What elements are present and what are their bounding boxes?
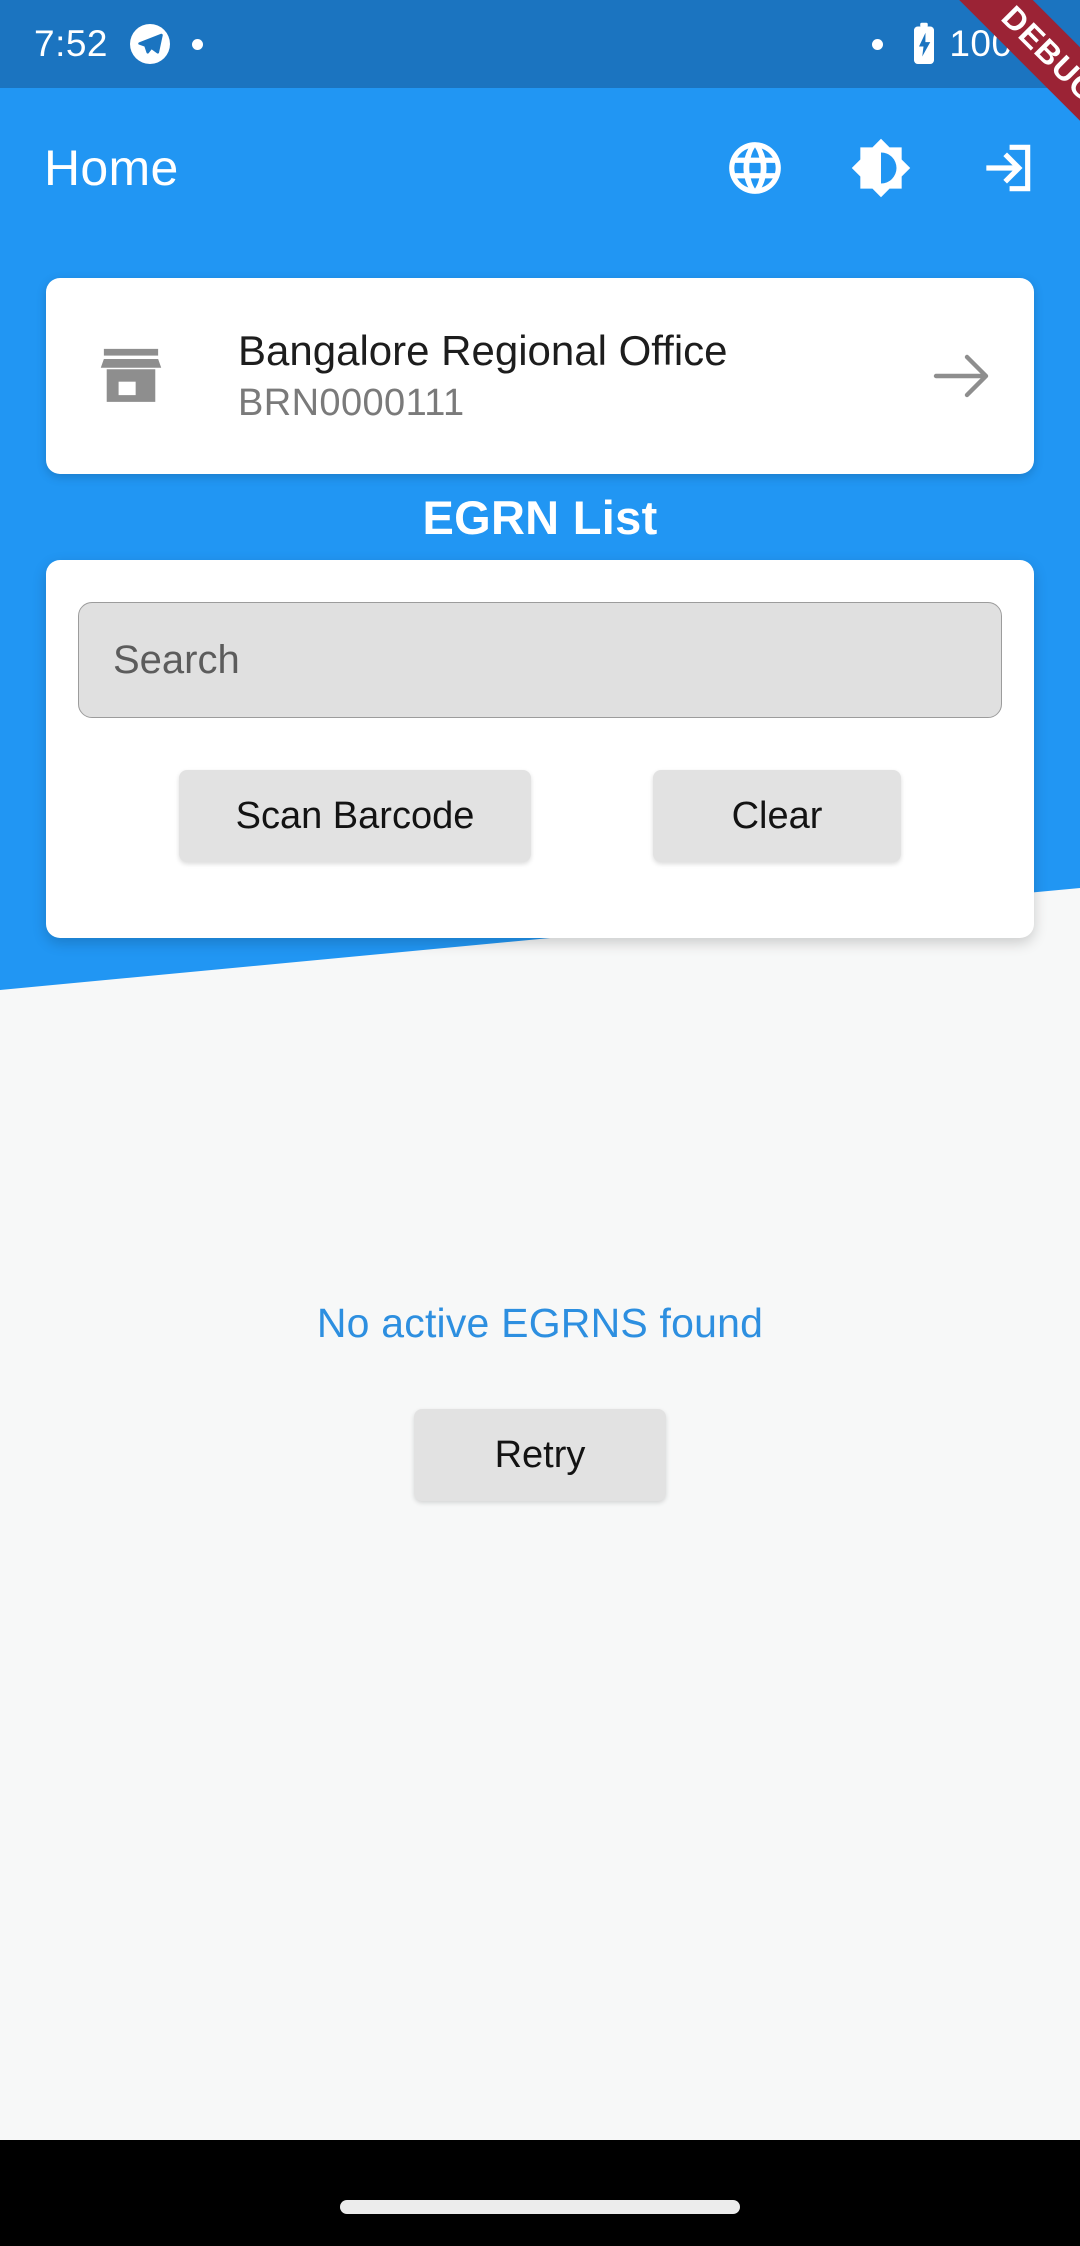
logout-icon[interactable] xyxy=(972,133,1042,203)
battery-percentage: 100% xyxy=(949,23,1046,64)
status-dot-icon xyxy=(872,38,884,50)
status-bar-right: 100% xyxy=(872,21,1046,67)
app-screen: 7:52 100% DEBUG Home Bangalore Regional … xyxy=(0,0,1080,2246)
battery-status: 100% xyxy=(909,21,1046,67)
status-bar-clock: 7:52 xyxy=(34,23,109,64)
language-globe-icon[interactable] xyxy=(720,133,790,203)
brightness-toggle-icon[interactable] xyxy=(846,133,916,203)
search-input[interactable] xyxy=(111,636,969,684)
system-navigation-bar xyxy=(0,2140,1080,2246)
store-icon xyxy=(92,337,170,415)
app-bar-actions xyxy=(720,133,1042,203)
search-field[interactable] xyxy=(78,602,1002,718)
empty-state-message: No active EGRNS found xyxy=(316,1300,764,1346)
retry-button[interactable]: Retry xyxy=(414,1409,666,1501)
battery-charging-icon xyxy=(914,22,935,64)
home-gesture-pill[interactable] xyxy=(340,2200,740,2214)
page-title: Home xyxy=(44,140,179,196)
scan-barcode-button[interactable]: Scan Barcode xyxy=(179,770,531,862)
branch-code: BRN0000111 xyxy=(238,382,465,425)
empty-state: No active EGRNS found Retry xyxy=(0,1300,1080,1501)
clear-button[interactable]: Clear xyxy=(653,770,901,862)
branch-info: Bangalore Regional Office BRN0000111 xyxy=(238,326,930,426)
status-bar: 7:52 100% xyxy=(0,0,1080,88)
arrow-right-icon[interactable] xyxy=(930,344,994,408)
branch-selector-card[interactable]: Bangalore Regional Office BRN0000111 xyxy=(46,278,1034,474)
app-bar: Home xyxy=(0,88,1080,248)
notification-dot-icon xyxy=(192,38,204,50)
branch-name: Bangalore Regional Office xyxy=(238,326,728,374)
search-card-buttons: Scan Barcode Clear xyxy=(78,770,1002,862)
status-bar-left: 7:52 xyxy=(34,23,204,65)
section-title: EGRN List xyxy=(422,491,658,544)
search-card: Scan Barcode Clear xyxy=(46,560,1034,938)
telegram-icon xyxy=(130,24,171,64)
